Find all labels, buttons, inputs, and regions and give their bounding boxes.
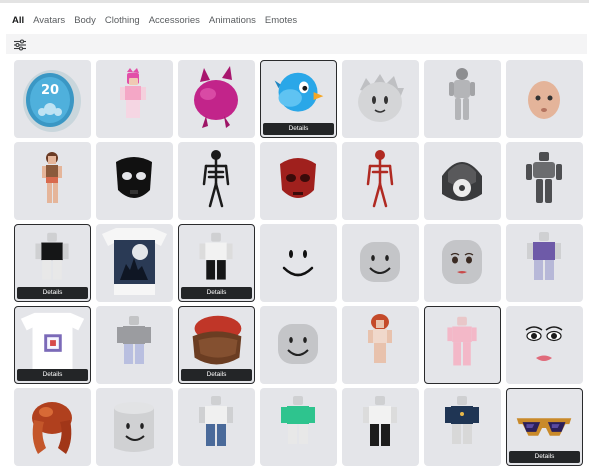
item-white-shirt-avatar-2[interactable] [342,388,419,466]
lips-face-icon [525,326,563,361]
item-20-badge[interactable]: 20 [14,60,91,138]
item-redhead-avatar[interactable] [342,306,419,384]
item-robot-helmet[interactable] [424,142,501,220]
item-pink-outfit-avatar[interactable] [424,306,501,384]
item-gray-avatar[interactable] [96,306,173,384]
red-skeleton-icon [366,150,394,208]
item-gold-sunglasses[interactable]: Details [506,388,583,466]
robot-helmet-icon [442,162,482,201]
item-black-mask[interactable] [96,142,173,220]
white-shirt-avatar-2-icon [363,396,397,446]
tab-avatars[interactable]: Avatars [33,15,65,26]
smile-head-icon [360,242,400,282]
item-purple-avatar[interactable] [506,224,583,302]
details-button[interactable]: Details [17,287,88,299]
item-small-avatar[interactable] [14,142,91,220]
tab-accessories[interactable]: Accessories [149,15,200,26]
item-pink-avatar[interactable] [96,60,173,138]
item-white-shirt-avatar[interactable]: Details [178,224,255,302]
gray-figure-icon [449,68,475,120]
details-button[interactable]: Details [17,369,88,381]
filter-bar [6,34,587,54]
item-woman-face-head[interactable] [424,224,501,302]
spiky-head-icon [358,74,404,122]
item-red-hair[interactable] [14,388,91,466]
redhead-avatar-icon [368,314,392,363]
pink-avatar-icon [120,68,146,118]
jeans-avatar-icon [199,396,233,446]
smile-cylinder-head-icon [114,402,154,452]
smile-head-2-icon [278,324,318,364]
item-magenta-creature[interactable] [178,60,255,138]
item-red-mask[interactable] [260,142,337,220]
badge-20-icon: 20 [23,70,81,132]
tab-emotes[interactable]: Emotes [265,15,297,26]
small-avatar-icon [42,152,62,203]
black-skeleton-icon [202,150,230,208]
tab-clothing[interactable]: Clothing [105,15,140,26]
details-button[interactable]: Details [263,123,334,135]
magenta-creature-icon [194,66,238,128]
item-red-skeleton[interactable] [342,142,419,220]
smile-face-icon [282,250,314,277]
robot-figure-icon [526,152,562,203]
item-gray-figure[interactable] [424,60,501,138]
gray-avatar-icon [117,316,151,364]
svg-text:20: 20 [41,83,59,98]
inventory-grid: 20 Details Details Details Details Detai… [14,60,583,466]
item-lips-face[interactable] [506,306,583,384]
item-blue-bird[interactable]: Details [260,60,337,138]
details-button[interactable]: Details [181,369,252,381]
details-button[interactable]: Details [181,287,252,299]
item-smile-face[interactable] [260,224,337,302]
tab-body[interactable]: Body [74,15,96,26]
item-pixel-tshirt[interactable]: Details [14,306,91,384]
item-green-shirt-avatar[interactable] [260,388,337,466]
item-brown-hair-hat[interactable]: Details [178,306,255,384]
purple-avatar-icon [527,232,561,280]
item-robot-figure[interactable] [506,142,583,220]
pink-outfit-avatar-icon [447,316,477,366]
item-wolf-tshirt[interactable] [96,224,173,302]
green-shirt-avatar-icon [281,396,315,444]
sliders-icon[interactable] [13,38,27,51]
red-mask-icon [280,158,316,198]
item-gray-spiky-head[interactable] [342,60,419,138]
item-smile-head-2[interactable] [260,306,337,384]
details-button[interactable]: Details [509,451,580,463]
item-jeans-avatar[interactable] [178,388,255,466]
category-tabs: All Avatars Body Clothing Accessories An… [12,12,297,28]
item-smile-head[interactable] [342,224,419,302]
item-navy-jacket-avatar[interactable] [424,388,501,466]
wolf-tshirt-icon [102,228,167,295]
red-hair-icon [32,402,72,454]
navy-jacket-avatar-icon [445,396,479,444]
tab-all[interactable]: All [12,15,24,26]
item-smile-cylinder-head[interactable] [96,388,173,466]
tab-animations[interactable]: Animations [209,15,256,26]
item-black-shirt-avatar[interactable]: Details [14,224,91,302]
top-divider [0,0,589,3]
black-mask-icon [116,157,152,198]
woman-face-head-icon [442,240,482,284]
item-bald-head[interactable] [506,60,583,138]
bald-head-icon [528,81,560,119]
item-black-skeleton[interactable] [178,142,255,220]
